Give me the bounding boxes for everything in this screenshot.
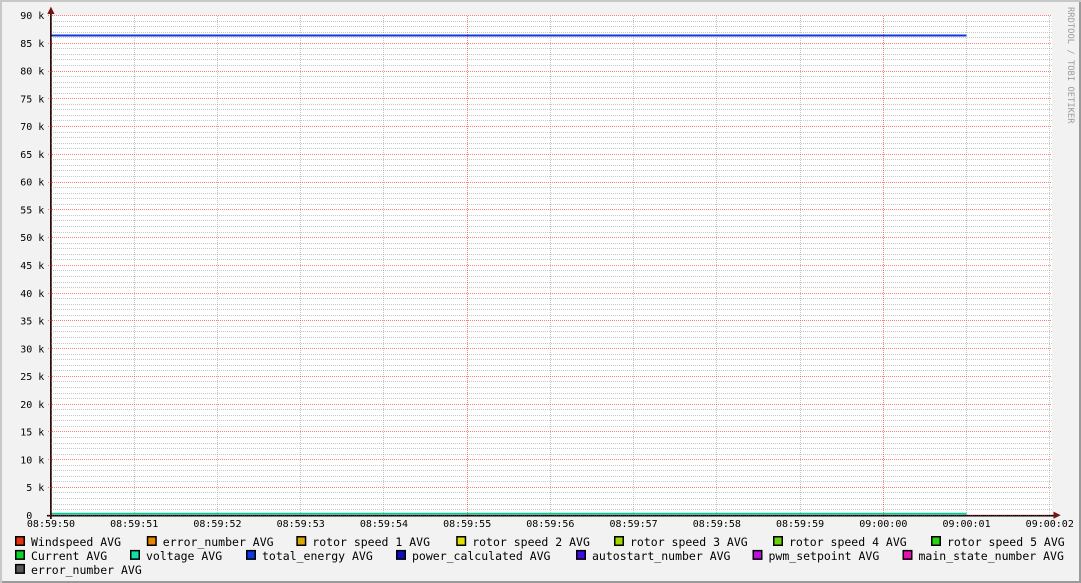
legend-label: main_state_number AVG [919, 549, 1064, 563]
legend-swatch [16, 537, 25, 546]
x-tick-label: 08:59:58 [693, 519, 741, 530]
legend-item [457, 537, 466, 546]
legend-swatch [297, 537, 306, 546]
legend-label: rotor speed 2 AVG [472, 535, 590, 549]
y-tick-label: 20 k [20, 400, 44, 411]
y-tick-label: 40 k [20, 289, 44, 300]
legend-label: total_energy AVG [262, 549, 373, 563]
legend-label: rotor speed 4 AVG [789, 535, 907, 549]
legend-label: rotor speed 3 AVG [630, 535, 748, 549]
y-tick-label: 75 k [20, 94, 44, 105]
y-tick-label: 15 k [20, 428, 44, 439]
legend-swatch [615, 537, 624, 546]
x-tick-label: 08:59:51 [110, 519, 158, 530]
legend-item [148, 537, 157, 546]
legend-swatch [774, 537, 783, 546]
y-tick-label: 55 k [20, 205, 44, 216]
border-top [0, 0, 1081, 2]
y-tick-label: 5 k [26, 483, 44, 494]
x-tick-label: 08:59:50 [27, 519, 75, 530]
y-tick-label: 45 k [20, 261, 44, 272]
border-left [0, 0, 2, 583]
legend-item [903, 551, 912, 560]
legend-swatch [932, 537, 941, 546]
legend-item [577, 551, 586, 560]
legend-label: rotor speed 5 AVG [947, 535, 1065, 549]
plot-canvas [51, 15, 1052, 515]
x-tick-label: 09:00:01 [942, 519, 990, 530]
legend-swatch [16, 565, 25, 574]
rrdtool-graph: 90 k 85 k 80 k 75 k 70 k 65 k 60 k 55 k 50 k 45 k… [0, 0, 1081, 583]
x-tick-label: 08:59:55 [443, 519, 491, 530]
legend-item [774, 537, 783, 546]
y-tick-label: 35 k [20, 317, 44, 328]
legend-label: pwm_setpoint AVG [769, 549, 880, 563]
chart-svg: 90 k 85 k 80 k 75 k 70 k 65 k 60 k 55 k 50 k 45 k… [0, 0, 1081, 583]
legend-swatch [247, 551, 256, 560]
y-tick-label: 10 k [20, 455, 44, 466]
x-tick-label: 08:59:59 [776, 519, 824, 530]
legend-item [247, 551, 256, 560]
legend-label: error_number AVG [31, 563, 142, 577]
legend-item [297, 537, 306, 546]
legend-item [131, 551, 140, 560]
y-tick-label: 25 k [20, 372, 44, 383]
legend-item [753, 551, 762, 560]
watermark: RRDTOOL / TOBI OETIKER [1065, 7, 1075, 124]
legend-item [397, 551, 406, 560]
legend-swatch [903, 551, 912, 560]
legend-label: Windspeed AVG [31, 535, 121, 549]
legend-label: rotor speed 1 AVG [312, 535, 430, 549]
y-tick-label: 65 k [20, 150, 44, 161]
legend-swatch [148, 537, 157, 546]
legend-swatch [131, 551, 140, 560]
x-tick-label: 08:59:54 [360, 519, 408, 530]
legend-swatch [457, 537, 466, 546]
legend-label: autostart_number AVG [592, 549, 731, 563]
legend-item [16, 551, 25, 560]
x-tick-label: 08:59:53 [277, 519, 325, 530]
legend-item [932, 537, 941, 546]
x-tick-label: 09:00:00 [859, 519, 907, 530]
legend-swatch [397, 551, 406, 560]
y-tick-label: 90 k [20, 11, 44, 22]
legend-label: voltage AVG [146, 549, 222, 563]
legend-label: Current AVG [31, 549, 107, 563]
x-tick-label: 08:59:56 [526, 519, 574, 530]
legend-item [16, 537, 25, 546]
legend-swatch [16, 551, 25, 560]
legend-label: error_number AVG [163, 535, 274, 549]
x-tick-label: 09:00:02 [1026, 519, 1074, 530]
y-tick-label: 60 k [20, 178, 44, 189]
y-tick-label: 70 k [20, 122, 44, 133]
legend-item [16, 565, 25, 574]
x-tick-label: 08:59:52 [193, 519, 241, 530]
legend-item [615, 537, 624, 546]
x-tick-label: 08:59:57 [610, 519, 658, 530]
legend-swatch [577, 551, 586, 560]
y-tick-label: 80 k [20, 67, 44, 78]
y-tick-label: 30 k [20, 344, 44, 355]
legend-label: power_calculated AVG [412, 549, 551, 563]
legend-swatch [753, 551, 762, 560]
y-tick-label: 50 k [20, 233, 44, 244]
y-tick-label: 85 k [20, 39, 44, 50]
